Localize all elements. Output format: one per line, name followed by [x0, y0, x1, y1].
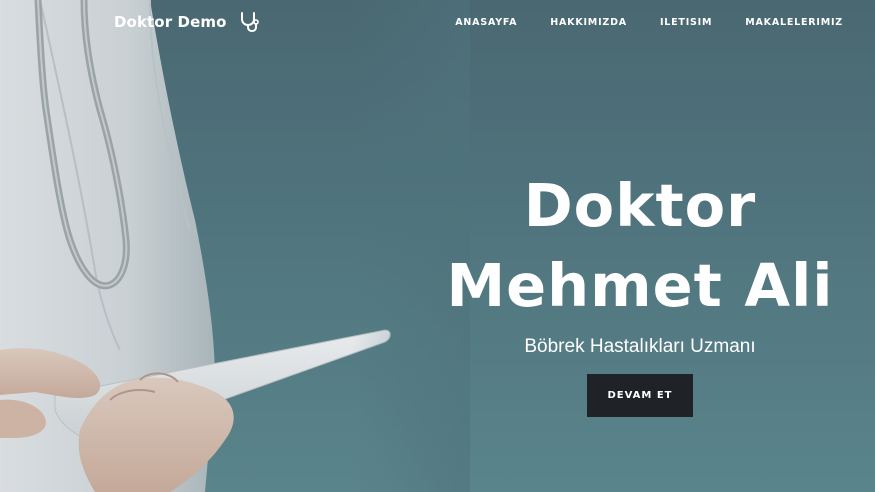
navbar: Doktor Demo ANASAYFA HAKKIMIZDA ILETISIM…: [0, 0, 875, 46]
doctor-illustration: [0, 0, 470, 492]
brand-link[interactable]: Doktor Demo: [114, 11, 259, 33]
nav-menu: ANASAYFA HAKKIMIZDA ILETISIM MAKALELERIM…: [422, 17, 843, 28]
hero-title-line1: Doktor: [523, 171, 757, 240]
devam-et-button[interactable]: DEVAM ET: [587, 374, 693, 417]
hero-content: Doktor Mehmet Ali Böbrek Hastalıkları Uz…: [430, 166, 850, 417]
nav-item-iletisim[interactable]: ILETISIM: [660, 17, 712, 28]
hero-subtitle: Böbrek Hastalıkları Uzmanı: [524, 336, 756, 357]
hero-section: Doktor Demo ANASAYFA HAKKIMIZDA ILETISIM…: [0, 0, 875, 492]
hero-title: Doktor Mehmet Ali: [430, 166, 850, 326]
brand-name: Doktor Demo: [114, 13, 227, 31]
hero-title-line2: Mehmet Ali: [446, 251, 834, 320]
stethoscope-icon: [240, 12, 259, 33]
nav-item-makalelerimiz[interactable]: MAKALELERIMIZ: [745, 17, 843, 28]
nav-item-hakkimizda[interactable]: HAKKIMIZDA: [550, 17, 627, 28]
nav-item-anasayfa[interactable]: ANASAYFA: [455, 17, 517, 28]
